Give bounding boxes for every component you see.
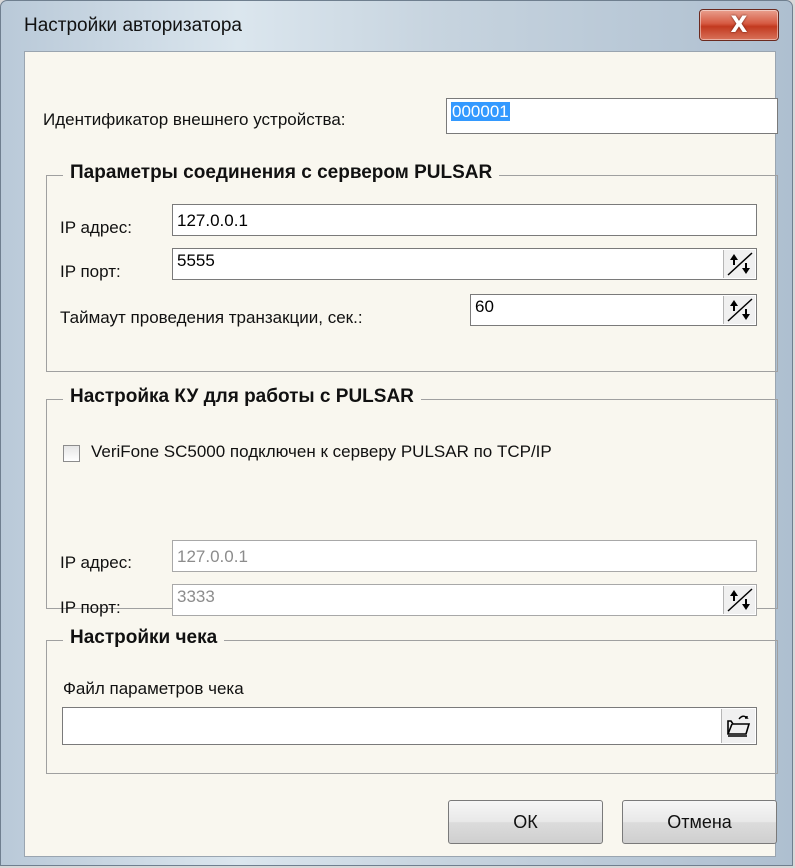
device-id-label: Идентификатор внешнего устройства: — [43, 110, 346, 129]
ku-port-value: 3333 — [177, 587, 215, 606]
tcp-ip-checkbox[interactable] — [63, 445, 80, 462]
dialog-client-area: Идентификатор внешнего устройства: 00000… — [24, 51, 778, 857]
device-id-input[interactable]: 000001 — [446, 98, 778, 134]
receipt-settings-group: Настройки чека Файл параметров чека — [46, 627, 778, 774]
dialog-window: Настройки авторизатора X Идентификатор в… — [0, 0, 793, 866]
server-ip-input[interactable] — [172, 204, 757, 236]
spin-arrows-icon — [727, 252, 753, 276]
spin-arrows-icon — [727, 588, 753, 612]
server-port-spin-button[interactable] — [723, 250, 755, 278]
timeout-value: 60 — [475, 297, 494, 316]
receipt-file-label: Файл параметров чека — [63, 679, 244, 698]
close-button[interactable]: X — [699, 9, 779, 41]
server-port-input[interactable]: 5555 — [172, 248, 757, 280]
close-icon: X — [730, 12, 748, 38]
timeout-input[interactable]: 60 — [470, 294, 757, 326]
ku-ip-input — [172, 540, 757, 572]
title-bar[interactable]: Настройки авторизатора X — [1, 1, 792, 51]
server-ip-label: IP адрес: — [60, 218, 132, 237]
ku-ip-label: IP адрес: — [60, 553, 132, 572]
ku-port-label: IP порт: — [60, 598, 121, 617]
cancel-button[interactable]: Отмена — [622, 800, 777, 844]
browse-button[interactable] — [721, 709, 755, 743]
ku-port-input: 3333 — [172, 584, 757, 616]
ku-settings-legend: Настройка КУ для работы с PULSAR — [63, 386, 421, 408]
server-settings-legend: Параметры соединения с сервером PULSAR — [63, 162, 500, 184]
timeout-label: Таймаут проведения транзакции, сек.: — [60, 308, 363, 327]
tcp-ip-checkbox-label[interactable]: VeriFone SC5000 подключен к серверу PULS… — [91, 442, 552, 462]
server-port-label: IP порт: — [60, 262, 121, 281]
open-folder-icon — [727, 715, 751, 737]
device-id-value: 000001 — [451, 102, 510, 121]
ku-port-spin-button — [723, 586, 755, 614]
timeout-spin-button[interactable] — [723, 296, 755, 324]
window-title: Настройки авторизатора — [24, 15, 242, 36]
receipt-file-input[interactable] — [62, 707, 757, 745]
receipt-settings-legend: Настройки чека — [63, 627, 225, 649]
ku-settings-group: Настройка КУ для работы с PULSAR VeriFon… — [46, 386, 778, 617]
ok-button[interactable]: ОК — [448, 800, 603, 844]
spin-arrows-icon — [727, 298, 753, 322]
server-port-value: 5555 — [177, 251, 215, 270]
server-settings-group: Параметры соединения с сервером PULSAR I… — [46, 162, 778, 372]
